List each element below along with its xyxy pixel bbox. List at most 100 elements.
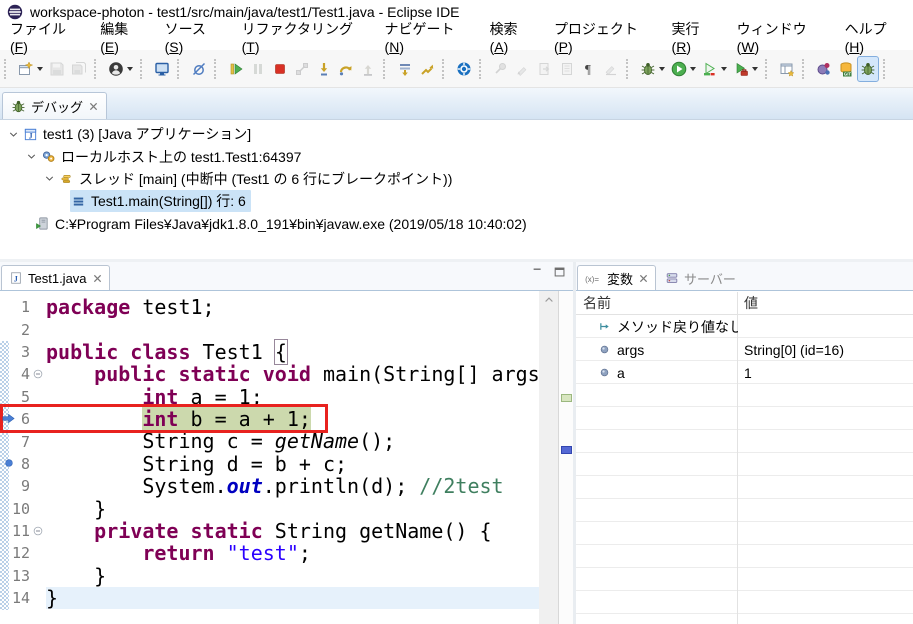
dropdown-arrow-icon[interactable] [690,67,696,71]
code-line-10[interactable]: } [46,498,539,520]
resume-button[interactable] [225,56,247,82]
skip-all-breakpoints-icon [191,61,207,77]
variables-tabstrip: (x)= 変数 サーバー [576,262,913,291]
debug-tree-row[interactable]: C:¥Program Files¥Java¥jdk1.8.0_191¥bin¥j… [0,213,913,235]
maximize-button[interactable] [553,265,567,279]
terminate-button[interactable] [269,56,291,82]
last-edit-location-icon [515,61,531,77]
debug-tree-row[interactable]: Test1.main(String[]) 行: 6 [0,190,913,212]
new-wizard-icon [18,61,34,77]
tab-servers[interactable]: サーバー [657,265,750,290]
dropdown-arrow-icon[interactable] [659,67,665,71]
dropdown-arrow-icon[interactable] [37,67,43,71]
breakpoint-icon[interactable] [3,457,15,469]
step-into-button[interactable] [313,56,335,82]
show-whitespace-icon: ¶ [581,61,597,77]
column-header-name[interactable]: 名前 [576,293,738,313]
open-console-button[interactable] [151,56,173,82]
menu-item-window[interactable]: ウィンドウ(W) [727,16,835,58]
last-edit-location-button [512,56,534,82]
drop-to-frame-button[interactable] [394,56,416,82]
code-line-7[interactable]: String c = getName(); [46,430,539,452]
code-line-13[interactable]: } [46,565,539,587]
menu-item-project[interactable]: プロジェクト(P) [544,16,662,58]
variable-row[interactable]: argsString[0] (id=16) [576,338,913,361]
user-account-icon [108,61,124,77]
code-line-11[interactable]: private static String getName() { [46,520,539,542]
use-step-filters-button[interactable] [416,56,438,82]
java-perspective-button[interactable] [813,56,835,82]
run-app-button[interactable] [668,56,699,82]
toggle-insert-mode-icon [603,61,619,77]
debug-button[interactable] [637,56,668,82]
minimize-button[interactable] [531,265,545,279]
expand-chevron-icon[interactable] [4,128,22,141]
suspend-icon [250,61,266,77]
code-editor[interactable]: 1234567891011121314 package test1;public… [0,291,573,624]
close-icon[interactable] [93,274,102,283]
servers-icon [665,271,679,285]
variable-row[interactable]: a1 [576,361,913,384]
debug-tree-row[interactable]: Jtest1 (3) [Java アプリケーション] [0,123,913,145]
step-over-button[interactable] [335,56,357,82]
dropdown-arrow-icon[interactable] [127,67,133,71]
code-text-area[interactable]: package test1; public class Test1 { publi… [46,291,539,624]
code-line-14[interactable]: } [46,587,539,609]
dropdown-arrow-icon[interactable] [721,67,727,71]
tab-variables-label: 変数 [607,269,633,288]
code-line-3[interactable]: public class Test1 { [46,341,539,363]
debug-perspective-button[interactable] [857,56,879,82]
show-whitespace-button[interactable]: ¶ [578,56,600,82]
code-line-2[interactable] [46,318,539,340]
git-perspective-button[interactable]: GIT [835,56,857,82]
open-perspective-button[interactable] [776,56,798,82]
menu-item-edit[interactable]: 編集(E) [90,16,154,58]
menu-item-help[interactable]: ヘルプ(H) [835,16,913,58]
settings-gear-button[interactable] [453,56,475,82]
debug-bug-icon [860,61,876,77]
skip-all-breakpoints-button[interactable] [188,56,210,82]
toolbar-separator [802,59,810,79]
new-wizard-button[interactable] [15,56,46,82]
code-line-6[interactable]: int b = a + 1; [46,408,539,430]
coverage-button[interactable] [699,56,730,82]
tab-variables[interactable]: (x)= 変数 [577,265,656,290]
menu-item-search[interactable]: 検索(A) [480,16,544,58]
expand-chevron-icon[interactable] [22,150,40,163]
column-header-value[interactable]: 値 [738,293,758,313]
menu-item-navigate[interactable]: ナビゲート(N) [375,16,480,58]
editor-vertical-scrollbar[interactable] [539,291,558,624]
tab-debug[interactable]: デバッグ [2,92,107,119]
overview-ruler[interactable] [558,291,573,624]
fold-minus-icon[interactable] [32,525,44,537]
overview-current-line-marker[interactable] [561,394,572,402]
menu-item-refactor[interactable]: リファクタリング(T) [232,16,375,58]
debug-tree-row[interactable]: ローカルホスト上の test1.Test1:64397 [0,145,913,167]
dropdown-arrow-icon[interactable] [752,67,758,71]
toolbar-separator [765,59,773,79]
overview-breakpoint-marker[interactable] [561,446,572,454]
scroll-up-arrow-icon[interactable] [539,291,558,308]
menu-item-run[interactable]: 実行(R) [662,16,727,58]
code-line-1[interactable]: package test1; [46,296,539,318]
code-line-4[interactable]: public static void main(String[] args) { [46,363,539,385]
user-account-button[interactable] [105,56,136,82]
menu-item-file[interactable]: ファイル(F) [0,16,90,58]
debug-launch-tree: Jtest1 (3) [Java アプリケーション]ローカルホスト上の test… [0,120,913,261]
blue-gear-icon [456,61,472,77]
variable-value: 1 [738,365,752,381]
code-line-9[interactable]: System.out.println(d); //2test [46,475,539,497]
close-icon[interactable] [89,102,98,111]
code-line-8[interactable]: String d = b + c; [46,453,539,475]
code-line-5[interactable]: int a = 1; [46,386,539,408]
fold-minus-icon[interactable] [32,368,44,380]
tab-test1-java[interactable]: J Test1.java [1,265,110,290]
external-tools-button[interactable] [730,56,761,82]
expand-chevron-icon[interactable] [40,172,58,185]
debug-tree-row[interactable]: スレッド [main] (中断中 (Test1 の 6 行にブレークポイント)) [0,168,913,190]
variable-row[interactable]: メソッド戻り値なし [576,315,913,338]
step-return-icon [360,61,376,77]
code-line-12[interactable]: return "test"; [46,542,539,564]
menu-item-source[interactable]: ソース(S) [155,16,232,58]
close-icon[interactable] [639,274,648,283]
